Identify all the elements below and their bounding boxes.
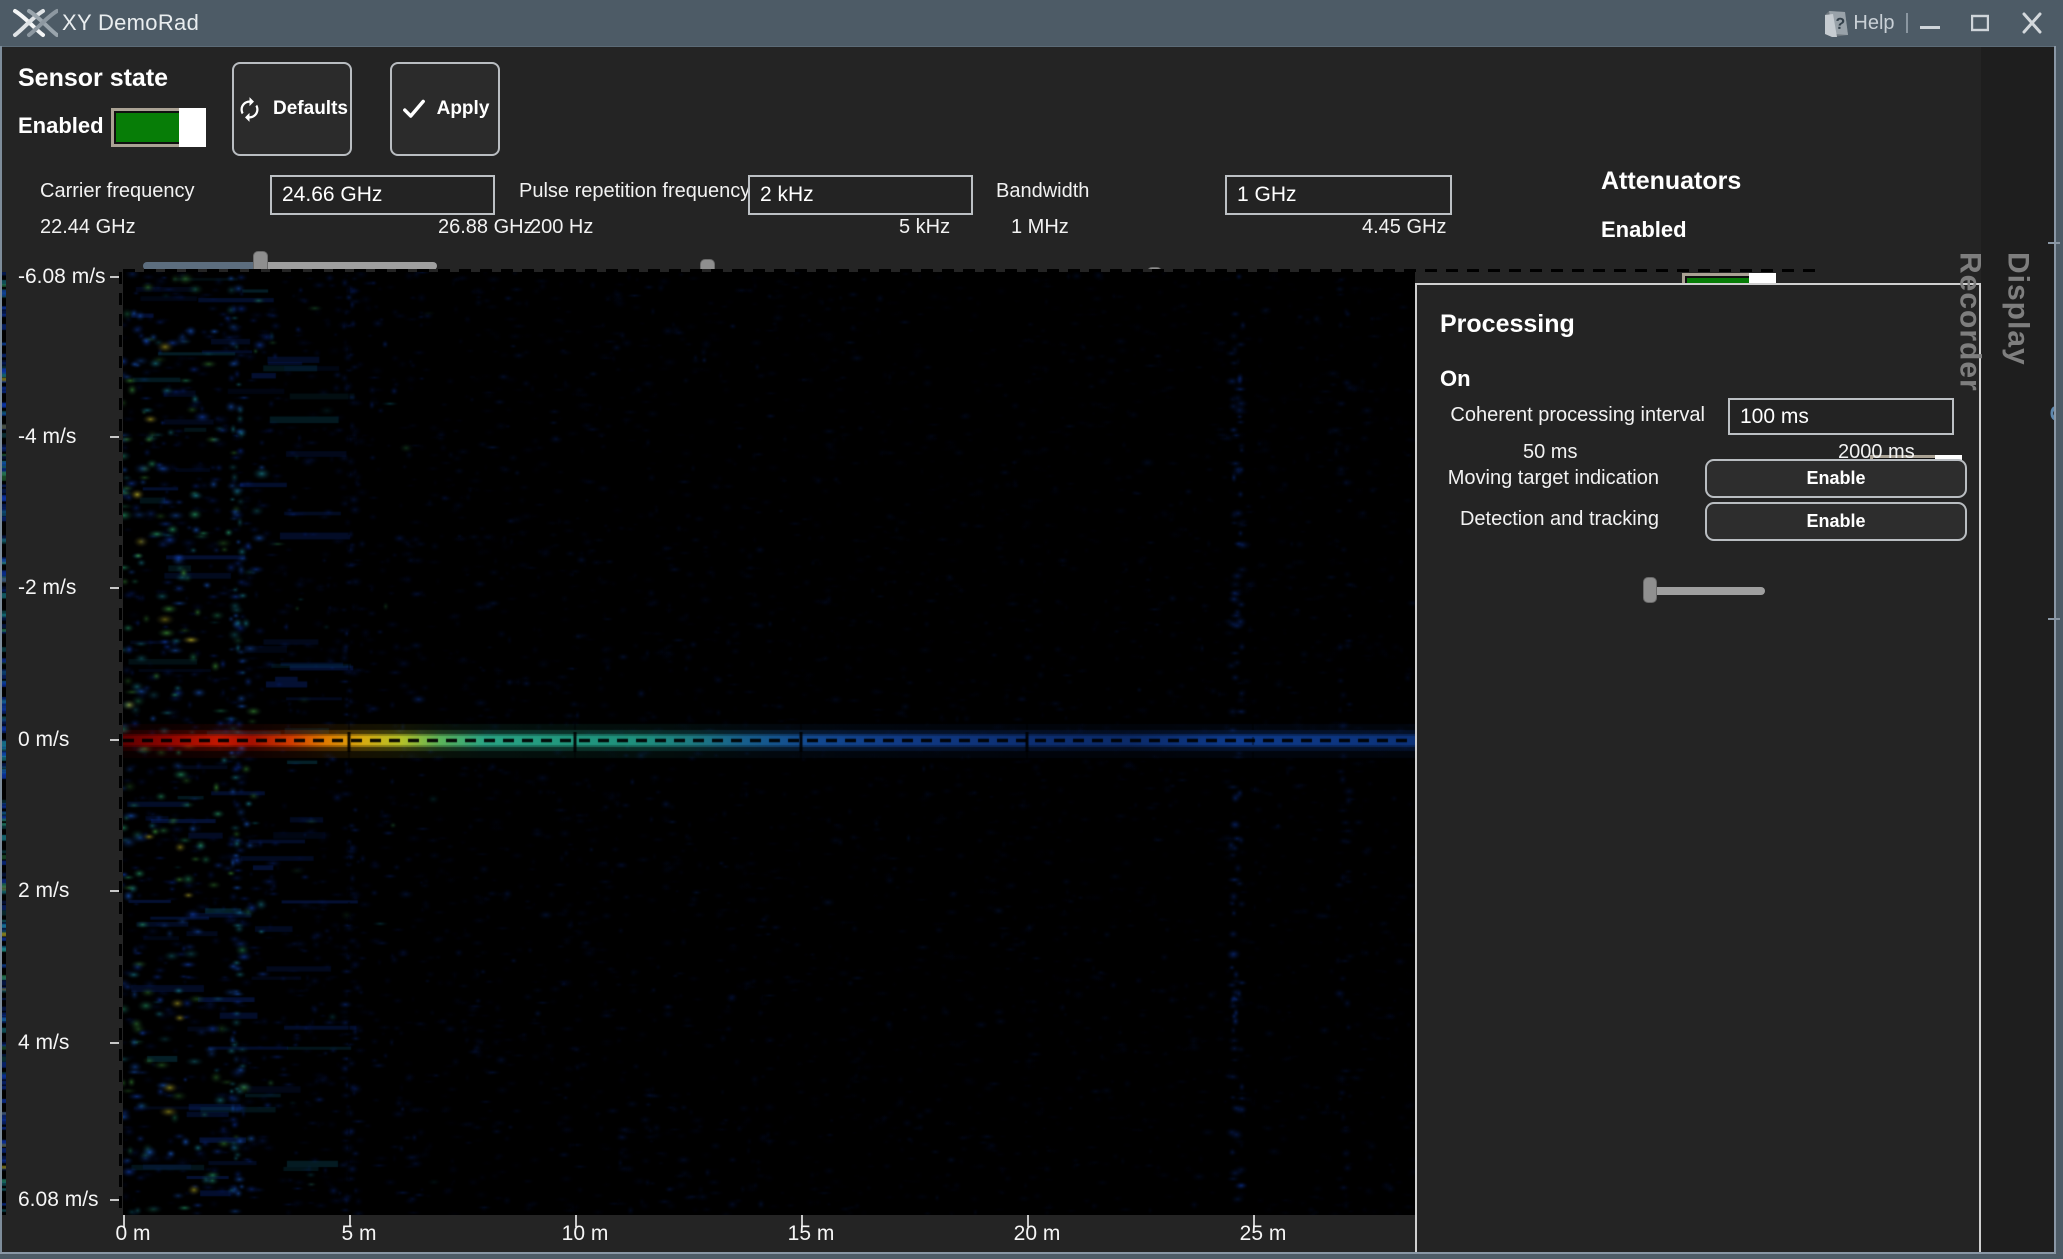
x-axis-label: 0 m: [88, 1222, 178, 1246]
title-bar: XY DemoRad: [0, 0, 2063, 46]
mti-enable-label: Enable: [1806, 468, 1865, 489]
bandwidth-label: Bandwidth: [996, 180, 1089, 203]
titlebar-separator: [1906, 13, 1908, 33]
maximize-button[interactable]: [1962, 0, 1998, 46]
y-axis-label: 6.08 m/s: [18, 1188, 99, 1212]
y-axis-label: 0 m/s: [18, 728, 69, 752]
mti-enable-button[interactable]: Enable: [1705, 459, 1967, 498]
plot-left-border: [119, 272, 122, 1215]
side-tabs: Processing Display Recorder: [1981, 252, 2054, 424]
carrier-max-label: 26.88 GHz: [438, 216, 534, 239]
x-axis-label: 10 m: [540, 1222, 630, 1246]
carrier-min-label: 22.44 GHz: [40, 216, 136, 239]
right-border-tick: [2048, 242, 2060, 244]
defaults-label: Defaults: [273, 98, 348, 120]
side-tab-strip: [1981, 46, 2054, 1254]
x-axis-label: 15 m: [766, 1222, 856, 1246]
close-button[interactable]: [2012, 0, 2052, 46]
sensor-enabled-toggle[interactable]: [111, 108, 206, 147]
y-axis-label: -2 m/s: [18, 576, 76, 600]
detection-tracking-enable-button[interactable]: Enable: [1705, 502, 1967, 541]
window-left-border: [0, 46, 2, 1259]
help-icon[interactable]: ?: [1819, 8, 1851, 40]
help-button[interactable]: Help: [1852, 0, 1896, 46]
toggle-on-fill: [116, 113, 179, 142]
refresh-icon: [236, 96, 263, 123]
sensor-enabled-label: Enabled: [18, 113, 104, 139]
minimize-button[interactable]: [1912, 0, 1948, 46]
y-axis-label: -4 m/s: [18, 425, 76, 449]
check-icon: [401, 96, 427, 122]
cpi-min-label: 50 ms: [1523, 441, 1577, 464]
apply-button[interactable]: Apply: [390, 62, 500, 156]
window-bottom-frame: [0, 1254, 2063, 1259]
app-logo-icon: [12, 7, 58, 39]
detection-tracking-label: Detection and tracking: [1434, 508, 1659, 531]
x-axis-label: 20 m: [992, 1222, 1082, 1246]
help-label: Help: [1853, 12, 1894, 35]
svg-text:?: ?: [1834, 16, 1845, 34]
detection-tracking-enable-label: Enable: [1806, 511, 1865, 532]
left-edge-spectrum-sliver: [2, 272, 6, 1215]
attenuators-enabled-label: Enabled: [1601, 217, 1687, 243]
y-axis-label: 2 m/s: [18, 879, 69, 903]
tab-recorder[interactable]: Recorder: [1953, 252, 1987, 424]
bandwidth-input[interactable]: [1225, 175, 1452, 215]
x-axis-label: 5 m: [314, 1222, 404, 1246]
prf-input[interactable]: [748, 175, 973, 215]
attenuators-heading: Attenuators: [1601, 167, 1741, 196]
processing-heading: Processing: [1440, 310, 1575, 339]
prf-label: Pulse repetition frequency: [519, 180, 750, 203]
apply-label: Apply: [437, 98, 490, 120]
defaults-button[interactable]: Defaults: [232, 62, 352, 156]
processing-on-label: On: [1440, 366, 1471, 392]
titlebar-bottom-edge: [0, 46, 2063, 47]
bandwidth-max-label: 4.45 GHz: [1362, 216, 1446, 239]
cpi-slider[interactable]: [1645, 587, 1765, 594]
tab-display[interactable]: Display: [2001, 252, 2035, 424]
sensor-state-heading: Sensor state: [18, 64, 168, 93]
range-doppler-spectrogram[interactable]: [123, 272, 1415, 1215]
toggle-handle: [179, 108, 206, 147]
maximize-icon: [1971, 0, 1989, 46]
carrier-frequency-label: Carrier frequency: [40, 180, 195, 203]
y-axis-label: -6.08 m/s: [18, 265, 106, 289]
window-title: XY DemoRad: [62, 0, 199, 46]
carrier-frequency-input[interactable]: [270, 175, 495, 215]
cpi-input[interactable]: [1728, 398, 1954, 435]
minimize-icon: [1920, 0, 1940, 46]
close-icon: [2022, 0, 2042, 46]
slider-thumb[interactable]: [1643, 577, 1657, 603]
x-axis-label: 25 m: [1218, 1222, 1308, 1246]
prf-min-label: 200 Hz: [530, 216, 593, 239]
y-axis-label: 4 m/s: [18, 1031, 69, 1055]
bandwidth-min-label: 1 MHz: [1011, 216, 1069, 239]
slider-track[interactable]: [1645, 587, 1765, 595]
right-border-tick: [2048, 618, 2060, 620]
prf-max-label: 5 kHz: [899, 216, 950, 239]
cpi-label: Coherent processing interval: [1440, 404, 1705, 427]
window-right-frame: [2056, 46, 2063, 1259]
mti-label: Moving target indication: [1434, 467, 1659, 490]
